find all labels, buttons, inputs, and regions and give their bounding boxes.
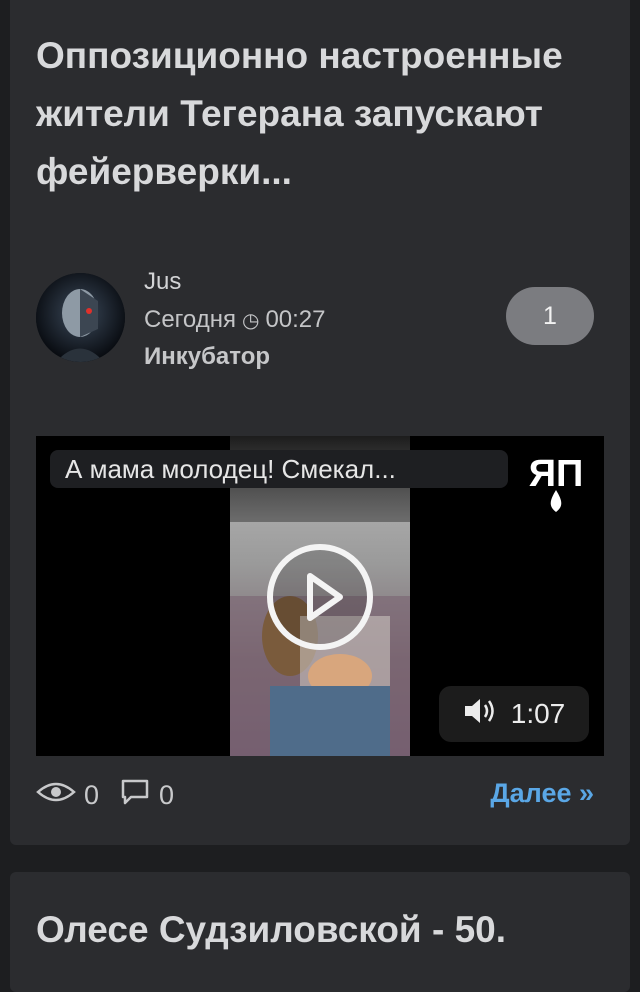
video-title[interactable]: А мама молодец! Смекал... bbox=[50, 450, 508, 488]
logo-text: ЯП bbox=[529, 453, 584, 495]
post-card: Олесе Судзиловской - 50. bbox=[10, 872, 630, 992]
clock-icon: ◷ bbox=[241, 309, 260, 332]
eye-icon bbox=[36, 779, 76, 812]
yap-logo: ЯП bbox=[520, 450, 592, 516]
post-category[interactable]: Инкубатор bbox=[144, 343, 270, 371]
time-value: 00:27 bbox=[265, 306, 326, 333]
volume-icon[interactable] bbox=[463, 697, 497, 732]
post-time: Сегодня ◷ 00:27 bbox=[144, 306, 326, 334]
post-card: Оппозиционно настроенные жители Тегерана… bbox=[10, 0, 630, 845]
post-stats: 0 0 bbox=[36, 778, 174, 813]
views-count: 0 bbox=[84, 780, 100, 810]
comments-count: 0 bbox=[159, 780, 175, 810]
play-icon[interactable] bbox=[267, 544, 373, 650]
post-title[interactable]: Оппозиционно настроенные жители Тегерана… bbox=[36, 27, 616, 201]
time-prefix: Сегодня bbox=[144, 306, 236, 333]
video-duration[interactable]: 1:07 bbox=[439, 686, 589, 742]
read-more-link[interactable]: Далее » bbox=[490, 778, 594, 809]
author-name[interactable]: Jus bbox=[144, 268, 181, 296]
comment-icon bbox=[119, 778, 151, 813]
duration-text: 1:07 bbox=[510, 698, 566, 729]
avatar[interactable] bbox=[36, 273, 125, 362]
post-title[interactable]: Олесе Судзиловской - 50. bbox=[36, 902, 616, 958]
video-player[interactable]: А мама молодец! Смекал... ЯП 1:07 bbox=[36, 436, 604, 756]
comment-count-badge[interactable]: 1 bbox=[506, 287, 594, 345]
